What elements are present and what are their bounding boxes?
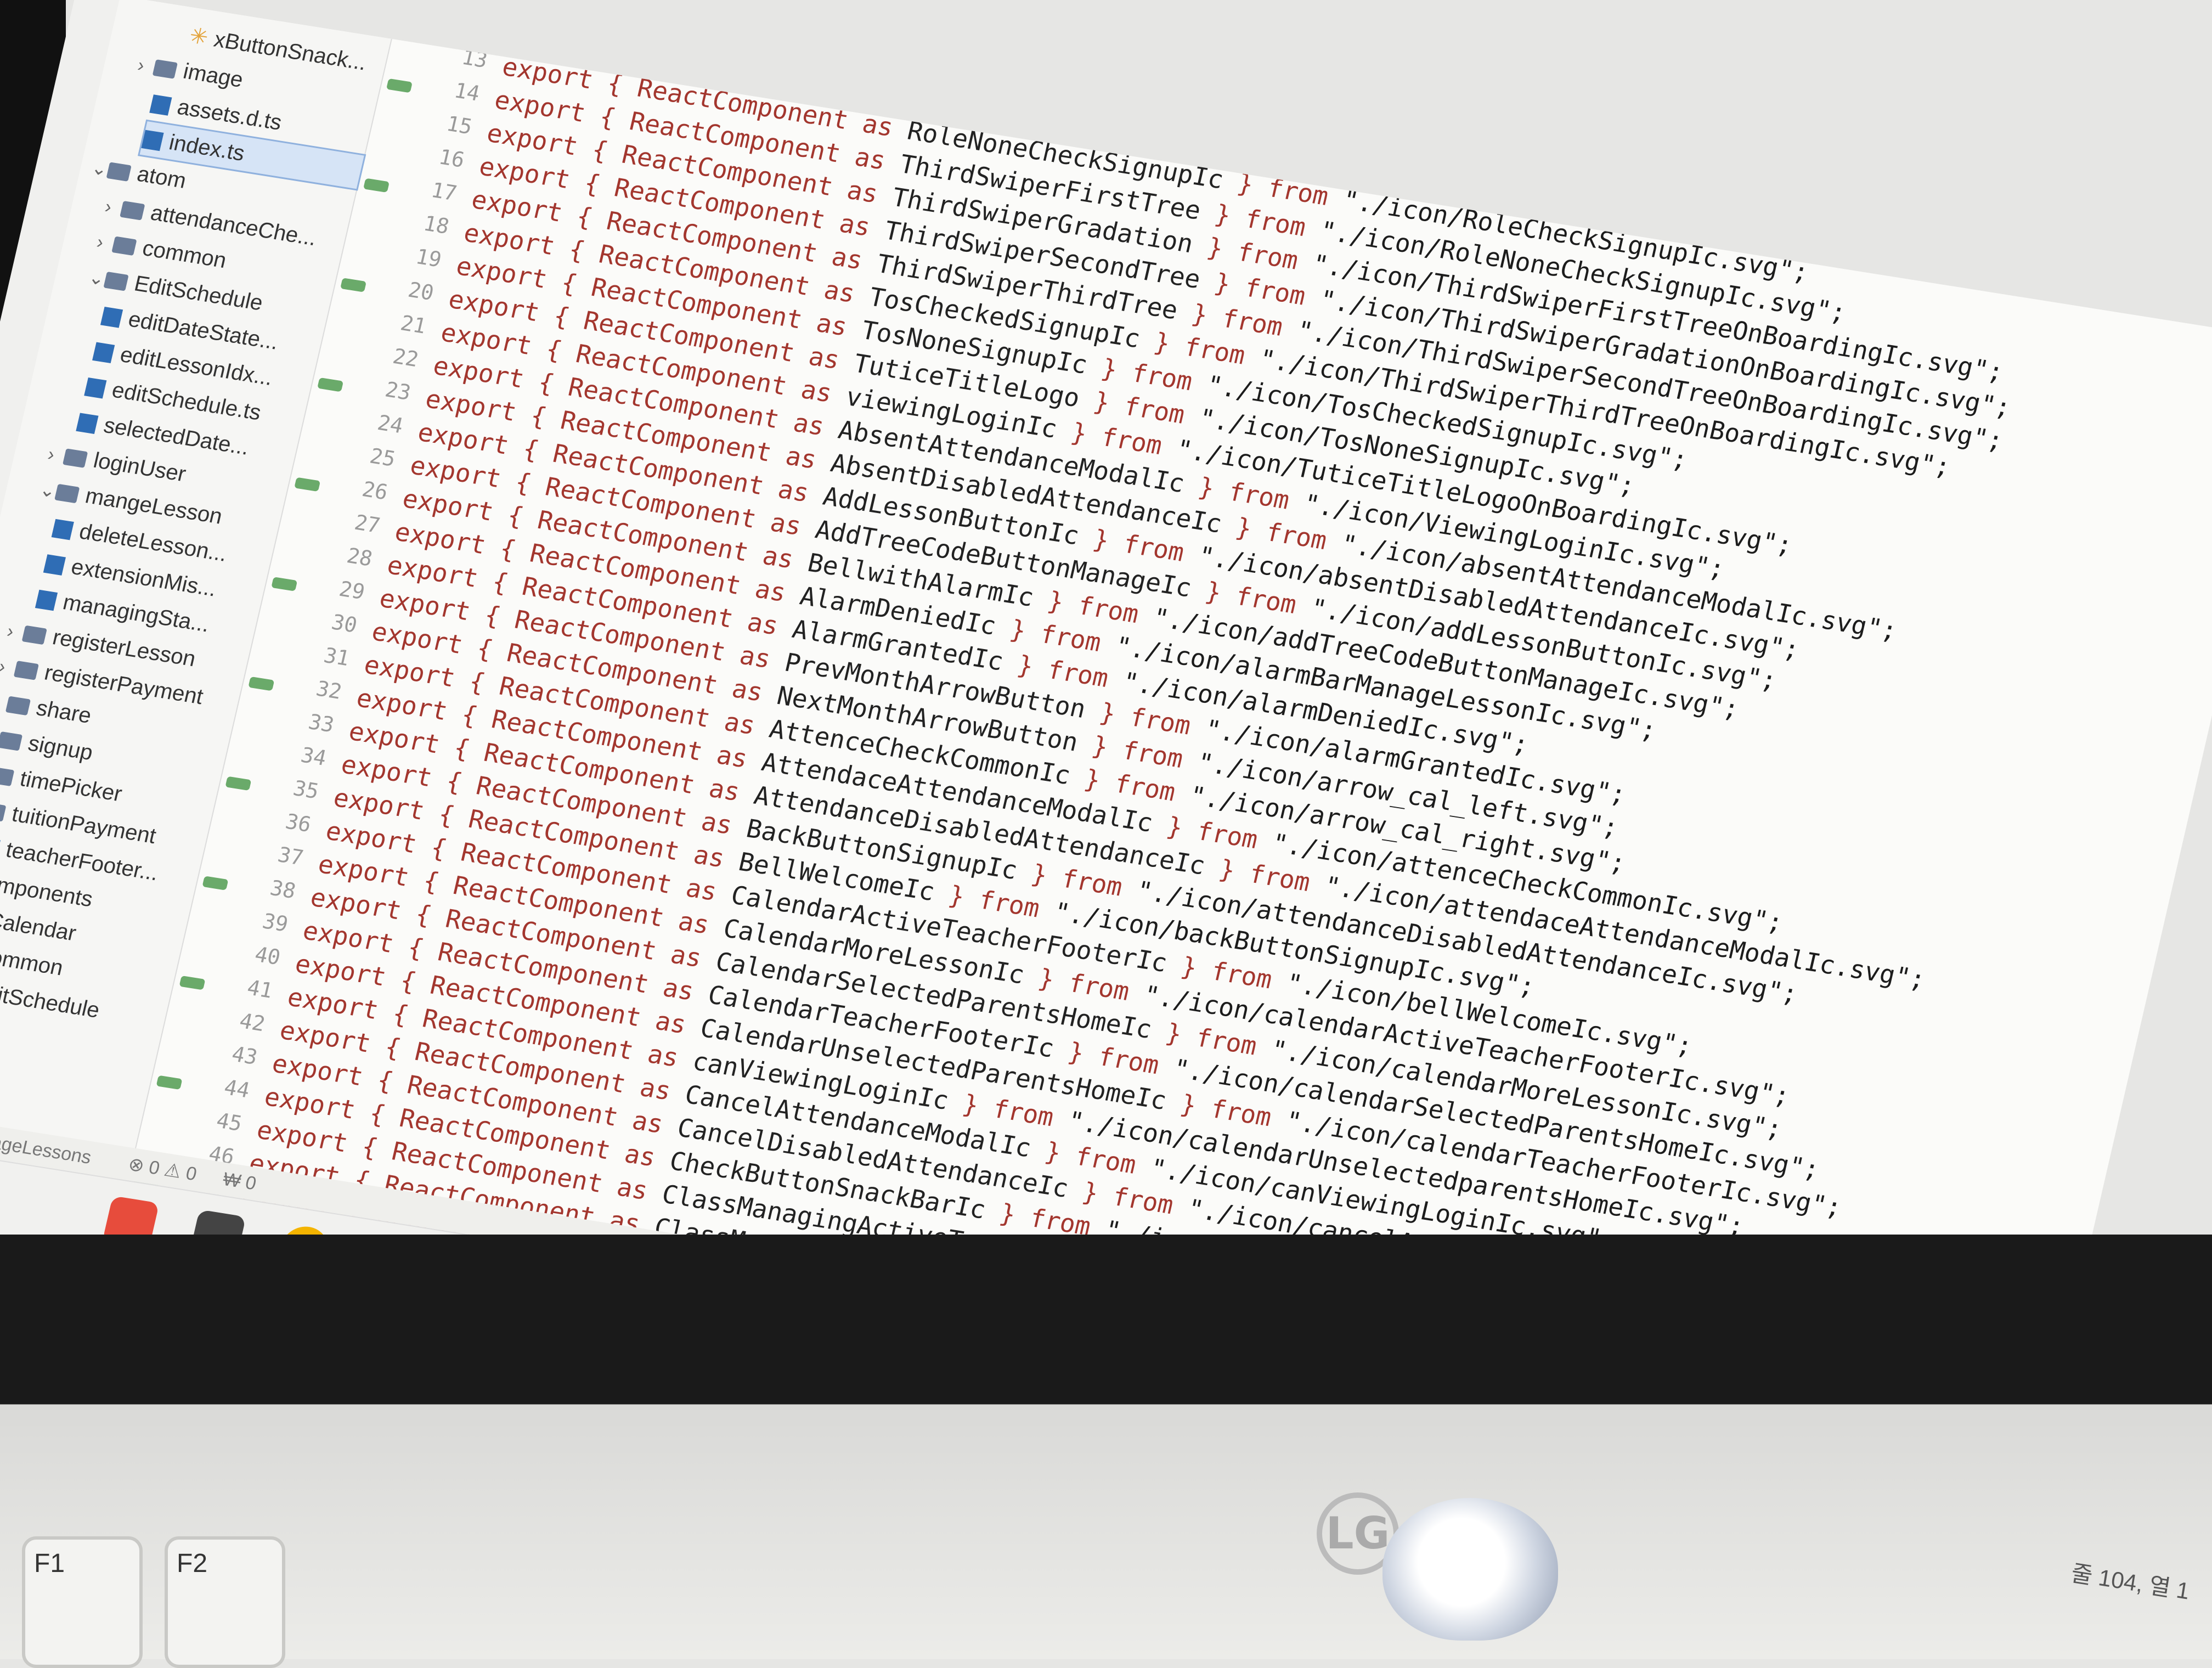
line-number: 35 [291,776,321,804]
f2-key[interactable]: F2 [165,1536,285,1668]
line-number: 41 [245,975,275,1003]
explorer-item-label: signup [26,731,95,765]
line-number: 44 [222,1075,252,1103]
line-number: 42 [237,1008,268,1036]
explorer-item-label: share [34,696,94,728]
typescript-file-icon [84,377,107,399]
line-number: 27 [352,510,383,538]
explorer-item-label: image [180,59,246,92]
line-number: 45 [214,1108,245,1136]
gutter-decoration-icon [340,278,367,292]
typescript-file-icon [35,590,58,611]
svg-file-icon: ✳ [187,23,211,50]
explorer-item-label: loginUser [91,448,188,487]
gutter-decoration-icon [202,876,229,891]
ports-indicator[interactable]: ₩ 0 [221,1169,258,1194]
line-number: 15 [444,111,475,139]
folder-icon [0,731,23,752]
line-number: 31 [321,643,352,671]
gutter-decoration-icon [294,477,321,492]
line-number: 28 [345,543,375,571]
line-number: 38 [268,875,298,904]
gutter-decoration-icon [225,776,252,791]
line-number: 30 [329,610,360,638]
gutter-decoration-icon [317,377,344,392]
gutter-decoration-icon [363,178,390,193]
line-number: 16 [436,144,467,172]
gutter-decoration-icon [179,976,206,990]
explorer-item-label: common [0,943,66,980]
gutter-decoration-icon [271,577,298,591]
folder-icon [106,162,132,182]
typescript-file-icon [100,307,123,329]
folder-icon [0,767,15,787]
typescript-file-icon [43,554,66,576]
explorer-item-label: index.ts [167,130,247,166]
line-number: 33 [306,709,337,737]
explorer-item-label: common [140,236,229,273]
typescript-file-icon [92,342,115,364]
line-number: 36 [283,809,314,837]
typescript-file-icon [0,837,1,859]
line-number: 29 [337,576,368,605]
gutter-decoration-icon [386,78,413,93]
f2-label: F2 [177,1549,208,1578]
line-number: 20 [405,277,437,306]
taskbar-search[interactable]: ⌕ 찾기 [0,1164,53,1227]
line-number: 17 [428,178,459,206]
line-number: 24 [375,410,406,438]
line-number: 23 [382,377,414,405]
line-number: 18 [421,211,452,239]
line-number: 19 [413,244,444,272]
gutter-decoration-icon [156,1075,183,1090]
line-number: 26 [360,477,391,505]
folder-icon [152,59,178,80]
explorer-item-label: atom [134,161,189,193]
folder-icon [5,696,31,716]
folder-icon [103,272,129,291]
folder-icon [13,661,39,681]
line-number: 13 [459,44,490,73]
folder-icon [0,802,7,822]
laptop-body [0,1235,2212,1659]
line-number: 25 [368,443,398,471]
line-number: 21 [398,311,429,339]
line-number: 37 [275,842,306,870]
line-number: 32 [314,676,345,704]
problems-indicator[interactable]: ⊗ 0 ⚠ 0 [126,1154,199,1185]
f1-key[interactable]: F1 [22,1536,143,1668]
folder-icon [120,201,145,221]
gutter-decoration-icon [248,676,275,691]
line-number: 14 [452,78,482,106]
line-number: 39 [260,909,291,937]
typescript-file-icon [141,130,164,151]
typescript-file-icon [149,94,172,116]
folder-icon [111,236,137,256]
line-number: 40 [252,942,283,970]
cat-sticker [1383,1498,1558,1641]
typescript-file-icon [76,413,99,435]
line-number: 43 [229,1041,260,1069]
folder-icon [54,484,80,504]
f1-label: F1 [34,1549,65,1578]
explorer-item-label: Calendar [0,908,78,946]
line-number: 34 [298,742,329,770]
typescript-file-icon [51,519,74,540]
folder-icon [21,626,47,645]
folder-icon [62,448,88,469]
line-number: 22 [390,343,421,372]
